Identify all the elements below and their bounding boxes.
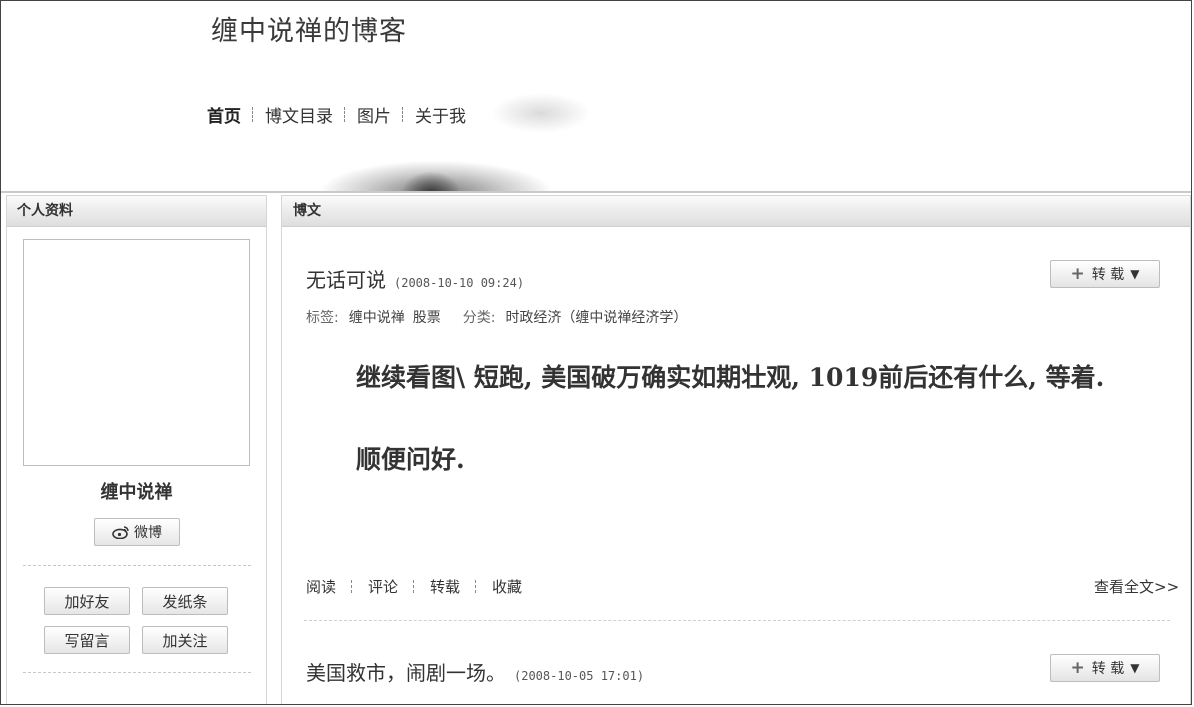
weibo-button[interactable]: 微博 bbox=[94, 518, 180, 546]
post-title[interactable]: 无话可说 bbox=[306, 264, 386, 293]
sidebar-divider bbox=[23, 565, 251, 566]
post-time: (2008-10-10 09:24) bbox=[394, 276, 525, 290]
action-separator bbox=[475, 580, 477, 593]
post-body: 继续看图\ 短跑, 美国破万确实如期壮观, 1019前后还有什么, 等着. 顺便… bbox=[306, 354, 1136, 484]
blog-page: 缠中说禅的博客 首页 博文目录 图片 关于我 个人资料 缠中说禅 微博 加好友 … bbox=[0, 0, 1192, 705]
posts-panel: 博文 无话可说 (2008-10-10 09:24) + 转 载 ▼ 标签: 缠… bbox=[281, 195, 1191, 704]
nav-article-list[interactable]: 博文目录 bbox=[265, 102, 333, 127]
post-title-row: 美国救市，闹剧一场。 (2008-10-05 17:01) bbox=[306, 657, 644, 686]
post-tag[interactable]: 股票 bbox=[413, 307, 441, 327]
read-link[interactable]: 阅读 bbox=[306, 576, 336, 597]
post-meta: 标签: 缠中说禅 股票 分类: 时政经济（缠中说禅经济学） bbox=[306, 307, 695, 327]
post-category[interactable]: 时政经济（缠中说禅经济学） bbox=[505, 307, 687, 327]
repost-label: 转 载 bbox=[1091, 267, 1125, 283]
posts-panel-title: 博文 bbox=[282, 196, 1190, 227]
profile-panel: 个人资料 缠中说禅 微博 加好友 发纸条 写留言 加关注 bbox=[6, 195, 267, 704]
nav-about[interactable]: 关于我 bbox=[415, 102, 466, 127]
post-paragraph: 继续看图\ 短跑, 美国破万确实如期壮观, 1019前后还有什么, 等着. bbox=[356, 363, 1105, 392]
comment-link[interactable]: 评论 bbox=[368, 576, 398, 597]
post-title[interactable]: 美国救市，闹剧一场。 bbox=[306, 657, 506, 686]
profile-username[interactable]: 缠中说禅 bbox=[7, 478, 266, 504]
post-actions: 阅读 评论 转载 收藏 bbox=[306, 576, 522, 597]
nav-pictures[interactable]: 图片 bbox=[357, 102, 391, 127]
avatar[interactable] bbox=[23, 239, 250, 466]
repost-button[interactable]: + 转 载 ▼ bbox=[1050, 260, 1160, 288]
post-tag[interactable]: 缠中说禅 bbox=[349, 307, 405, 327]
nav-separator bbox=[344, 107, 346, 122]
category-label: 分类: bbox=[462, 310, 496, 326]
add-friend-button[interactable]: 加好友 bbox=[44, 587, 130, 615]
plus-icon: + bbox=[1070, 264, 1085, 284]
banner-landscape-art bbox=[401, 171, 461, 193]
post-paragraph: 顺便问好. bbox=[356, 445, 465, 474]
favorite-link[interactable]: 收藏 bbox=[492, 576, 522, 597]
read-more-link[interactable]: 查看全文>> bbox=[1094, 576, 1179, 597]
blog-title: 缠中说禅的博客 bbox=[211, 16, 407, 47]
main-nav: 首页 博文目录 图片 关于我 bbox=[207, 102, 466, 127]
nav-separator bbox=[252, 107, 254, 122]
profile-panel-title: 个人资料 bbox=[7, 196, 266, 227]
follow-button[interactable]: 加关注 bbox=[142, 626, 228, 654]
write-message-button[interactable]: 写留言 bbox=[44, 626, 130, 654]
send-note-button[interactable]: 发纸条 bbox=[142, 587, 228, 615]
weibo-icon bbox=[112, 525, 130, 539]
repost-button[interactable]: + 转 载 ▼ bbox=[1050, 654, 1160, 682]
nav-separator bbox=[402, 107, 404, 122]
header-decoration bbox=[491, 93, 591, 133]
repost-label: 转 载 bbox=[1091, 661, 1125, 677]
header-divider bbox=[1, 191, 1191, 193]
tags-label: 标签: bbox=[306, 310, 339, 326]
action-separator bbox=[413, 580, 415, 593]
nav-home[interactable]: 首页 bbox=[207, 102, 241, 127]
post-time: (2008-10-05 17:01) bbox=[514, 669, 645, 683]
dropdown-arrow-icon: ▼ bbox=[1130, 267, 1140, 281]
sidebar-divider bbox=[23, 672, 251, 673]
post-divider bbox=[304, 620, 1170, 621]
repost-link[interactable]: 转载 bbox=[430, 576, 460, 597]
action-separator bbox=[351, 580, 353, 593]
plus-icon: + bbox=[1070, 658, 1085, 678]
dropdown-arrow-icon: ▼ bbox=[1130, 661, 1140, 675]
post-title-row: 无话可说 (2008-10-10 09:24) bbox=[306, 264, 524, 293]
weibo-label: 微博 bbox=[134, 525, 162, 541]
